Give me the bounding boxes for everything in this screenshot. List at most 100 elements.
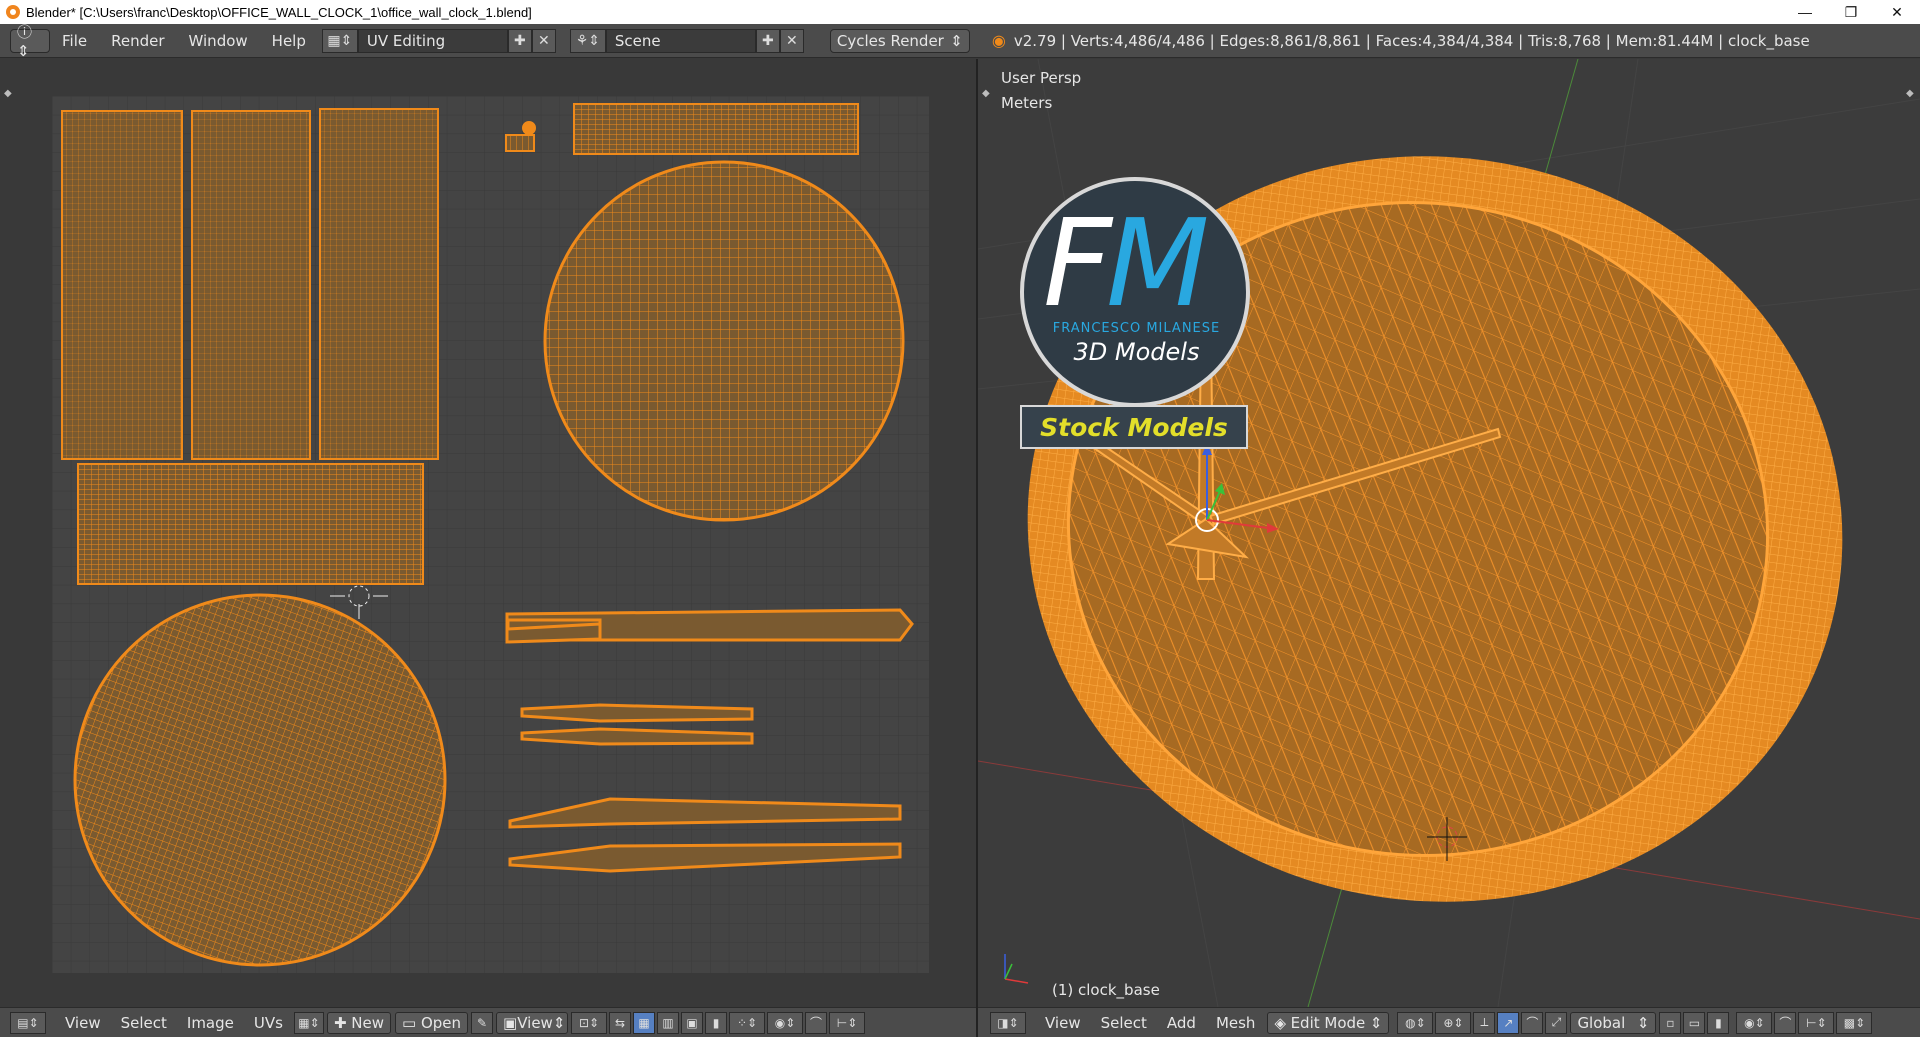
dropdown-arrows-icon: ⇕	[950, 31, 963, 50]
sticky-selection-dropdown[interactable]: ⁘⇕	[729, 1011, 766, 1034]
info-icon: ⓘ ⇕	[17, 23, 33, 60]
sync-selection-icon[interactable]: ⇆	[609, 1011, 632, 1034]
add-screen-button[interactable]: ✚	[507, 28, 532, 53]
minimize-button[interactable]: —	[1782, 0, 1828, 24]
watermark-name: FRANCESCO MILANESE	[1052, 321, 1221, 336]
scene-stats: v2.79 | Verts:4,486/4,486 | Edges:8,861/…	[1013, 31, 1810, 50]
vp-menu-select[interactable]: Select	[1091, 1014, 1157, 1032]
dropdown-arrows-icon: ⇕	[1369, 1013, 1383, 1032]
vp-menu-add[interactable]: Add	[1157, 1014, 1206, 1032]
proportional-icon: ◉⇕	[774, 1015, 796, 1030]
uv-menu-uvs[interactable]: UVs	[244, 1014, 293, 1032]
watermark-banner: Stock Models	[1020, 405, 1248, 449]
uv-editor-header: ▤⇕ View Select Image UVs ▦⇕ ✚ New ▭ Open…	[0, 1007, 976, 1037]
image-browse-icon: ▦⇕	[298, 1015, 320, 1030]
shading-dropdown[interactable]: ◍⇕	[1397, 1011, 1434, 1034]
tools-region-toggle-icon[interactable]: ◆	[982, 88, 990, 99]
render-engine-dropdown[interactable]: Cycles Render ⇕	[829, 28, 970, 53]
dropdown-arrows-icon: ⇕	[1636, 1013, 1650, 1032]
new-image-label: New	[351, 1013, 384, 1032]
plus-icon: ✚	[762, 32, 774, 49]
render-icon: ▩⇕	[1843, 1015, 1866, 1030]
view-name-label: User Persp	[1001, 69, 1082, 87]
pin-icon[interactable]: ✎	[471, 1011, 494, 1034]
menu-render[interactable]: Render	[99, 32, 176, 50]
opengl-render-dropdown[interactable]: ▩⇕	[1836, 1011, 1873, 1034]
viewport-header: ◨⇕ View Select Add Mesh ◈ Edit Mode ⇕ ◍⇕ ⊕…	[978, 1007, 1920, 1037]
vp-menu-mesh[interactable]: Mesh	[1206, 1014, 1266, 1032]
blender-logo-icon	[6, 5, 20, 19]
uv-menu-select[interactable]: Select	[111, 1014, 177, 1032]
layout-grid-icon: ▦⇕	[327, 32, 353, 49]
uv-menu-view[interactable]: View	[55, 1014, 111, 1032]
restore-button[interactable]: ❐	[1828, 0, 1874, 24]
pivot-icon: ⊡⇕	[578, 1015, 600, 1030]
cube-icon: ◨⇕	[997, 1015, 1019, 1030]
view-mode-dropdown[interactable]: ▣ View ⇕	[496, 1011, 569, 1034]
orientation-label: Global	[1577, 1013, 1626, 1032]
uv-canvas[interactable]: ◆	[0, 59, 976, 1007]
island-select-icon[interactable]: ▮	[705, 1011, 728, 1034]
uv-menu-image[interactable]: Image	[177, 1014, 244, 1032]
screen-layout-field[interactable]: UV Editing	[357, 28, 508, 53]
snap-icon[interactable]: ⌒	[805, 1011, 828, 1034]
properties-region-toggle-icon[interactable]: ◆	[1906, 88, 1914, 99]
orientation-dropdown[interactable]: Global ⇕	[1570, 1011, 1657, 1034]
scene-browse-button[interactable]: ⚘⇕	[569, 28, 606, 53]
snap-element-icon: ⊢⇕	[836, 1015, 858, 1030]
mode-label: Edit Mode	[1290, 1013, 1366, 1032]
face-select-icon[interactable]: ▣	[681, 1011, 704, 1034]
menu-window[interactable]: Window	[177, 32, 260, 50]
mode-dropdown[interactable]: ◈ Edit Mode ⇕	[1267, 1011, 1390, 1034]
menu-file[interactable]: File	[50, 32, 99, 50]
vp-menu-view[interactable]: View	[1035, 1014, 1091, 1032]
image-editor-icon: ▤⇕	[17, 1015, 39, 1030]
window-title: Blender* [C:\Users\franc\Desktop\OFFICE_…	[26, 4, 532, 20]
manipulator-toggle-icon[interactable]: ⟂	[1473, 1011, 1496, 1034]
blender-logo-icon: ◉	[991, 31, 1006, 50]
pivot-dropdown[interactable]: ⊡⇕	[571, 1011, 608, 1034]
delete-scene-button[interactable]: ✕	[779, 28, 804, 53]
scene-field[interactable]: Scene	[605, 28, 756, 53]
editor-type-image-button[interactable]: ▤⇕	[10, 1011, 46, 1034]
pivot-point-dropdown[interactable]: ⊕⇕	[1435, 1011, 1472, 1034]
snap-icon[interactable]: ⌒	[1774, 1011, 1797, 1034]
vertex-select-icon[interactable]: ▦	[633, 1011, 656, 1034]
add-scene-button[interactable]: ✚	[755, 28, 780, 53]
translate-manipulator-icon[interactable]: ↗	[1497, 1011, 1520, 1034]
view-mode-label: View	[517, 1013, 553, 1032]
image-browse-button[interactable]: ▦⇕	[293, 1011, 324, 1034]
watermark-fm-letters: FM	[1043, 195, 1210, 334]
new-image-button[interactable]: ✚ New	[326, 1011, 391, 1034]
open-image-button[interactable]: ▭ Open	[395, 1011, 469, 1034]
vertex-select-mode-icon[interactable]: ▫	[1659, 1011, 1682, 1034]
delete-screen-button[interactable]: ✕	[531, 28, 556, 53]
uv-image-editor[interactable]: ◆	[0, 59, 976, 1007]
screen-layout-browse-button[interactable]: ▦⇕	[321, 28, 358, 53]
folder-icon: ▭	[402, 1013, 421, 1032]
units-label: Meters	[1001, 94, 1053, 112]
close-window-button[interactable]: ✕	[1874, 0, 1920, 24]
snap-element-dropdown[interactable]: ⊢⇕	[1798, 1011, 1835, 1034]
plus-icon: ✚	[333, 1013, 352, 1032]
proportional-edit-dropdown[interactable]: ◉⇕	[1736, 1011, 1773, 1034]
scale-manipulator-icon[interactable]: ⤢	[1545, 1011, 1568, 1034]
editor-type-3d-button[interactable]: ◨⇕	[990, 1011, 1026, 1034]
edge-select-icon[interactable]: ▥	[657, 1011, 680, 1034]
snap-element-dropdown[interactable]: ⊢⇕	[829, 1011, 866, 1034]
watermark-subtitle: 3D Models	[1073, 338, 1200, 366]
dropdown-arrows-icon: ⇕	[552, 1013, 566, 1032]
edit-mode-icon: ◈	[1274, 1013, 1286, 1032]
edge-select-mode-icon[interactable]: ▭	[1683, 1011, 1706, 1034]
menu-help[interactable]: Help	[260, 32, 318, 50]
tools-region-toggle-icon[interactable]: ◆	[4, 88, 12, 99]
face-select-mode-icon[interactable]: ▮	[1707, 1011, 1730, 1034]
proportional-icon: ◉⇕	[1744, 1015, 1765, 1030]
scene-icon: ⚘⇕	[575, 32, 601, 49]
view-mode-icon: ▣	[503, 1013, 518, 1032]
rotate-manipulator-icon[interactable]: ⌒	[1521, 1011, 1544, 1034]
proportional-edit-dropdown[interactable]: ◉⇕	[767, 1011, 804, 1034]
open-image-label: Open	[420, 1013, 462, 1032]
editor-type-info-button[interactable]: ⓘ ⇕	[10, 23, 50, 60]
active-object-label: (1) clock_base	[1052, 981, 1160, 999]
